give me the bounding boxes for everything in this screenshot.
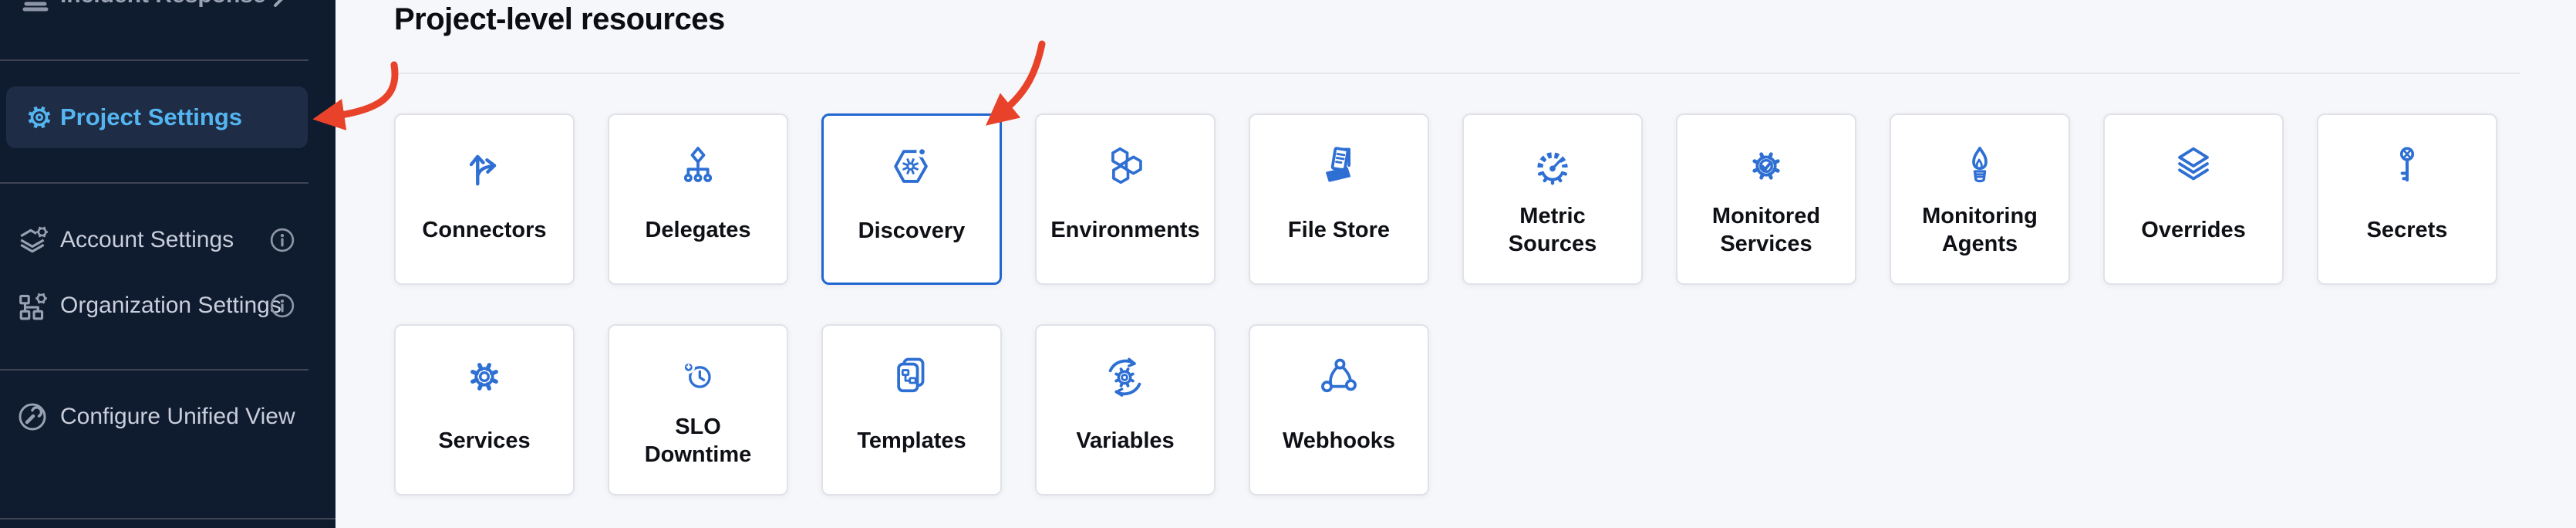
resource-card-label: Variables xyxy=(1076,411,1174,471)
resource-card-label: Overrides xyxy=(2141,200,2245,260)
metric-sources-icon xyxy=(1529,141,1576,191)
monitoring-agents-icon xyxy=(1957,141,2003,191)
sidebar-item-label: Project Settings xyxy=(60,103,242,131)
secrets-icon xyxy=(2385,141,2429,191)
incident-response-icon xyxy=(19,0,52,14)
resource-card-label: Secrets xyxy=(2367,200,2448,260)
resource-card-webhooks[interactable]: Webhooks xyxy=(1249,324,1429,496)
page-title: Project-level resources xyxy=(394,2,2576,37)
connectors-icon xyxy=(460,141,508,191)
sidebar-item-label: Configure Unified View xyxy=(60,404,295,430)
file-store-icon xyxy=(1316,141,1362,191)
sidebar-item-incident-response[interactable]: Incident Response xyxy=(0,0,335,17)
resource-card-variables[interactable]: Variables xyxy=(1035,324,1216,496)
resource-card-label: SLO Downtime xyxy=(640,411,756,471)
resource-card-templates[interactable]: Templates xyxy=(821,324,1002,496)
sidebar-item-configure-unified-view[interactable]: Configure Unified View xyxy=(0,395,335,438)
wrench-circle-icon xyxy=(17,401,48,432)
services-icon xyxy=(460,352,508,401)
org-chart-gear-icon xyxy=(17,289,49,322)
sidebar-item-label: Account Settings xyxy=(60,227,234,253)
resource-card-monitoring-agents[interactable]: Monitoring Agents xyxy=(1890,113,2070,285)
info-icon[interactable] xyxy=(270,293,295,318)
resource-card-discovery[interactable]: Discovery xyxy=(821,113,1002,285)
resource-card-label: Environments xyxy=(1050,200,1199,260)
resource-card-file-store[interactable]: File Store xyxy=(1249,113,1429,285)
resource-card-metric-sources[interactable]: Metric Sources xyxy=(1462,113,1643,285)
sidebar-item-project-settings[interactable]: Project Settings xyxy=(6,86,308,148)
resource-card-connectors[interactable]: Connectors xyxy=(394,113,575,285)
gear-icon xyxy=(25,103,54,132)
sidebar-item-label: Organization Settings xyxy=(60,293,282,319)
resource-card-label: Delegates xyxy=(645,200,750,260)
resource-card-label: Templates xyxy=(857,411,966,471)
webhooks-icon xyxy=(1316,352,1362,401)
resource-card-monitored-services[interactable]: Monitored Services xyxy=(1676,113,1856,285)
templates-icon xyxy=(888,352,935,401)
monitored-services-icon xyxy=(1742,141,1790,191)
variables-icon xyxy=(1101,352,1149,401)
sidebar-item-label: Incident Response xyxy=(60,0,266,8)
resource-card-label: Discovery xyxy=(858,201,966,261)
layers-gear-icon xyxy=(17,224,49,256)
resource-card-label: Metric Sources xyxy=(1495,200,1610,260)
sidebar-divider xyxy=(0,182,309,184)
sidebar-divider xyxy=(0,518,335,520)
delegates-icon xyxy=(675,141,721,191)
resource-grid: Connectors Delegates Discovery Environme… xyxy=(394,113,2500,496)
sidebar-item-account-settings[interactable]: Account Settings xyxy=(0,218,335,262)
environments-icon xyxy=(1101,141,1149,191)
sidebar-divider xyxy=(0,369,309,371)
resource-card-label: Monitoring Agents xyxy=(1922,200,2038,260)
slo-downtime-icon xyxy=(675,352,721,401)
sidebar-divider xyxy=(0,59,309,61)
header-divider xyxy=(394,73,2520,74)
resource-card-label: Monitored Services xyxy=(1708,200,1824,260)
info-icon[interactable] xyxy=(270,228,295,252)
resource-card-label: File Store xyxy=(1288,200,1390,260)
sidebar: Incident Response xyxy=(0,0,335,528)
resource-card-delegates[interactable]: Delegates xyxy=(608,113,788,285)
discovery-icon xyxy=(888,142,936,191)
overrides-icon xyxy=(2170,141,2217,191)
resource-card-secrets[interactable]: Secrets xyxy=(2317,113,2497,285)
resource-card-slo-downtime[interactable]: SLO Downtime xyxy=(608,324,788,496)
resource-card-services[interactable]: Services xyxy=(394,324,575,496)
sidebar-item-organization-settings[interactable]: Organization Settings xyxy=(0,284,335,327)
resource-card-overrides[interactable]: Overrides xyxy=(2103,113,2284,285)
chevron-right-icon xyxy=(271,0,290,8)
resource-card-environments[interactable]: Environments xyxy=(1035,113,1216,285)
project-settings-page: Incident Response xyxy=(0,0,2576,528)
main-content: Project-level resources Connectors Deleg… xyxy=(335,0,2576,528)
resource-card-label: Connectors xyxy=(422,200,546,260)
resource-card-label: Webhooks xyxy=(1283,411,1395,471)
resource-card-label: Services xyxy=(438,411,530,471)
